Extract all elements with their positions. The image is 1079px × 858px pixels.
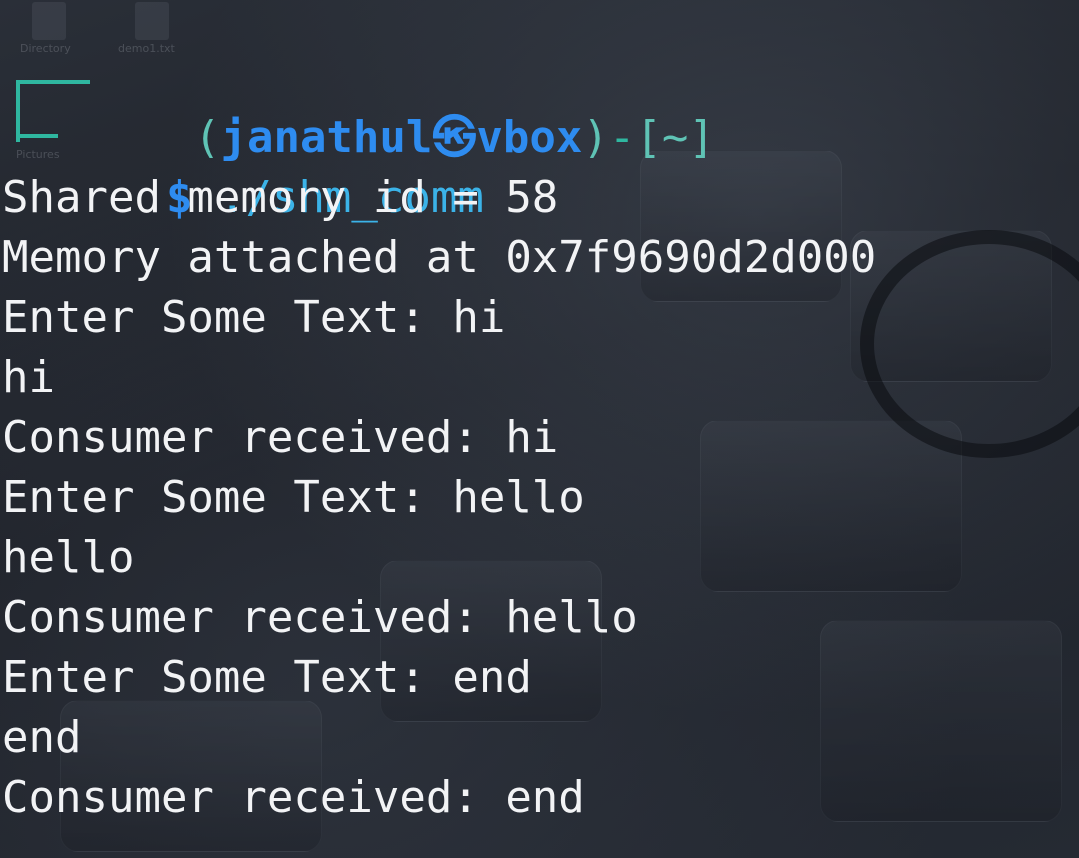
output-line: Enter Some Text: hi xyxy=(2,292,506,343)
prompt-close-paren: ) xyxy=(582,112,609,163)
prompt-line-2: $ ./shm_comm xyxy=(60,108,484,223)
prompt-separator: - xyxy=(608,112,636,163)
output-line: Consumer received: end xyxy=(2,772,585,823)
prompt-host: vbox xyxy=(476,112,583,163)
output-line: Consumer received: hello xyxy=(2,592,638,643)
output-line: Shared memory id = 58 xyxy=(2,172,559,223)
output-line: hi xyxy=(2,352,55,403)
output-line: end xyxy=(2,712,82,763)
prompt-directory: [~] xyxy=(635,112,715,163)
output-line: Enter Some Text: end xyxy=(2,652,532,703)
output-line: Memory attached at 0x7f9690d2d000 xyxy=(2,232,877,283)
output-line: Consumer received: hi xyxy=(2,412,559,463)
output-line: Enter Some Text: hello xyxy=(2,472,585,523)
output-line: hello xyxy=(2,532,135,583)
prompt-line-1: (janathul㉿vbox)-[~] xyxy=(88,48,715,163)
terminal-window[interactable]: (janathul㉿vbox)-[~] $ ./shm_comm Shared … xyxy=(0,0,1079,858)
